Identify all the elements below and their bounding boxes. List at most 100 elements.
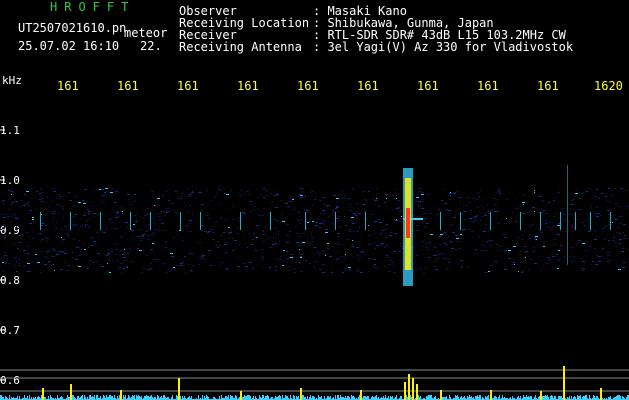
noise-speck [372, 265, 375, 266]
noise-speck [244, 237, 245, 238]
noise-speck [474, 253, 475, 254]
noise-speck [310, 199, 311, 200]
noise-speck [169, 271, 171, 272]
noise-speck [216, 221, 218, 222]
power-bar [418, 395, 419, 400]
noise-speck [386, 257, 389, 258]
power-bar [158, 396, 159, 400]
noise-speck [564, 256, 565, 257]
noise-speck [595, 264, 596, 265]
power-bar [327, 396, 328, 400]
noise-speck [446, 209, 448, 210]
noise-speck [41, 240, 42, 241]
noise-speck [276, 194, 279, 195]
noise-speck [315, 197, 316, 198]
noise-speck [434, 255, 437, 256]
signal-streak [540, 212, 541, 230]
noise-speck [430, 220, 431, 221]
noise-speck [41, 201, 43, 202]
noise-speck [16, 202, 18, 203]
noise-speck [376, 245, 379, 246]
power-bar [345, 396, 346, 400]
power-bar [475, 396, 476, 400]
noise-speck [85, 224, 88, 225]
noise-speck [439, 236, 441, 237]
power-bar [303, 395, 304, 400]
noise-speck [307, 241, 308, 242]
noise-speck [481, 250, 484, 251]
noise-speck [478, 192, 479, 193]
noise-speck [159, 196, 160, 197]
noise-speck [148, 224, 150, 225]
noise-speck [288, 270, 291, 271]
noise-speck [204, 231, 205, 232]
noise-speck [78, 202, 81, 203]
noise-speck [421, 208, 424, 209]
noise-speck [318, 252, 319, 253]
noise-speck [282, 221, 285, 222]
noise-speck [441, 200, 443, 201]
noise-speck [356, 271, 358, 272]
noise-speck [3, 237, 5, 238]
noise-speck [173, 217, 174, 218]
noise-speck [22, 234, 23, 235]
noise-speck [614, 271, 615, 272]
power-bar [328, 396, 329, 400]
noise-speck [24, 194, 26, 195]
noise-speck [212, 232, 215, 233]
signal-streak [200, 212, 201, 230]
noise-speck [376, 198, 377, 199]
power-bar [593, 395, 594, 400]
noise-speck [84, 249, 86, 250]
noise-speck [608, 263, 609, 264]
power-bar [82, 395, 83, 400]
noise-speck [462, 229, 463, 230]
power-bar [467, 396, 468, 400]
power-bar [551, 395, 552, 400]
noise-speck [323, 222, 324, 223]
noise-speck [615, 188, 616, 189]
noise-speck [228, 227, 230, 228]
power-bar [128, 395, 129, 400]
noise-speck [90, 264, 91, 265]
noise-speck [553, 244, 556, 245]
spectrogram-plot [0, 129, 629, 400]
noise-speck [556, 254, 558, 255]
noise-speck [450, 242, 451, 243]
noise-speck [548, 227, 551, 228]
power-bar [84, 395, 85, 400]
noise-speck [390, 232, 393, 233]
noise-speck [242, 193, 243, 194]
noise-speck [471, 217, 474, 218]
power-bar [578, 396, 579, 400]
noise-speck [206, 215, 209, 216]
noise-speck [529, 256, 530, 257]
noise-speck [576, 190, 578, 191]
noise-speck [329, 256, 332, 257]
noise-speck [490, 246, 491, 247]
noise-speck [166, 272, 167, 273]
noise-speck [475, 219, 476, 220]
power-bar [348, 396, 349, 400]
noise-speck [336, 207, 339, 208]
noise-speck [286, 259, 287, 260]
noise-speck [541, 212, 544, 213]
noise-speck [93, 241, 96, 242]
noise-speck [127, 194, 130, 195]
noise-speck [93, 262, 94, 263]
noise-speck [41, 239, 44, 240]
noise-speck [26, 232, 29, 233]
noise-speck [571, 261, 573, 262]
noise-speck [512, 267, 513, 268]
signal-streak [70, 212, 71, 230]
noise-speck [441, 230, 442, 231]
power-bar [579, 396, 580, 400]
noise-speck [270, 193, 271, 194]
noise-speck [191, 192, 194, 193]
power-bar [287, 396, 288, 400]
noise-speck [418, 206, 419, 207]
noise-speck [2, 262, 4, 263]
noise-speck [237, 233, 239, 234]
noise-speck [133, 224, 135, 225]
noise-speck [534, 239, 536, 240]
